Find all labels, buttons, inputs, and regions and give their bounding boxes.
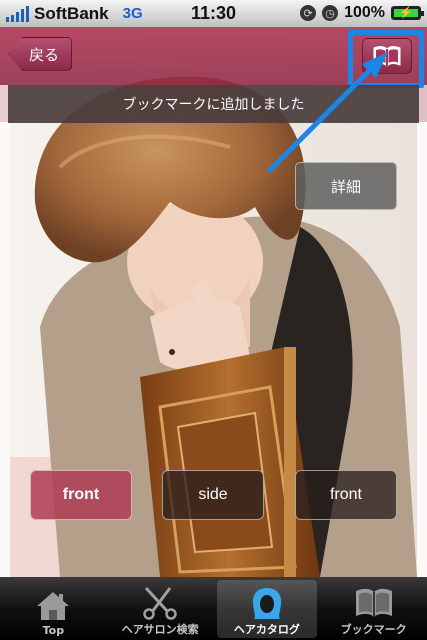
view-front-button[interactable]: front <box>30 470 132 520</box>
scissors-icon <box>140 585 180 621</box>
tab-top[interactable]: Top <box>0 577 107 640</box>
back-button[interactable]: 戻る <box>8 37 72 71</box>
battery-percent: 100% <box>344 4 385 21</box>
tab-bar: Top ヘアサロン検索 ヘアカタログ ブックマーク <box>0 577 427 640</box>
tab-label: ヘアサロン検索 <box>121 623 199 636</box>
alarm-icon: ◷ <box>322 5 339 21</box>
tab-bookmark[interactable]: ブックマーク <box>320 577 427 640</box>
tab-salon-search[interactable]: ヘアサロン検索 <box>107 577 214 640</box>
view-side-button[interactable]: side <box>162 470 264 520</box>
hair-icon <box>250 585 284 621</box>
book-icon <box>373 46 401 67</box>
battery-icon: ⚡ <box>391 6 424 20</box>
tab-label: ブックマーク <box>340 623 407 636</box>
view-front-alt-button[interactable]: front <box>295 470 397 520</box>
tab-label: ヘアカタログ <box>233 623 300 636</box>
tab-label: Top <box>42 624 65 637</box>
book-icon <box>354 585 394 621</box>
rotation-lock-icon: ⟳ <box>300 5 317 21</box>
status-bar: SoftBank 3G 11:30 ⟳ ◷ 100% ⚡ <box>0 0 427 27</box>
detail-button[interactable]: 詳細 <box>295 162 397 210</box>
home-icon <box>35 588 71 624</box>
bookmark-button[interactable] <box>362 38 412 74</box>
tab-hair-catalog[interactable]: ヘアカタログ <box>214 577 321 640</box>
toast-message: ブックマークに追加しました <box>8 85 419 123</box>
